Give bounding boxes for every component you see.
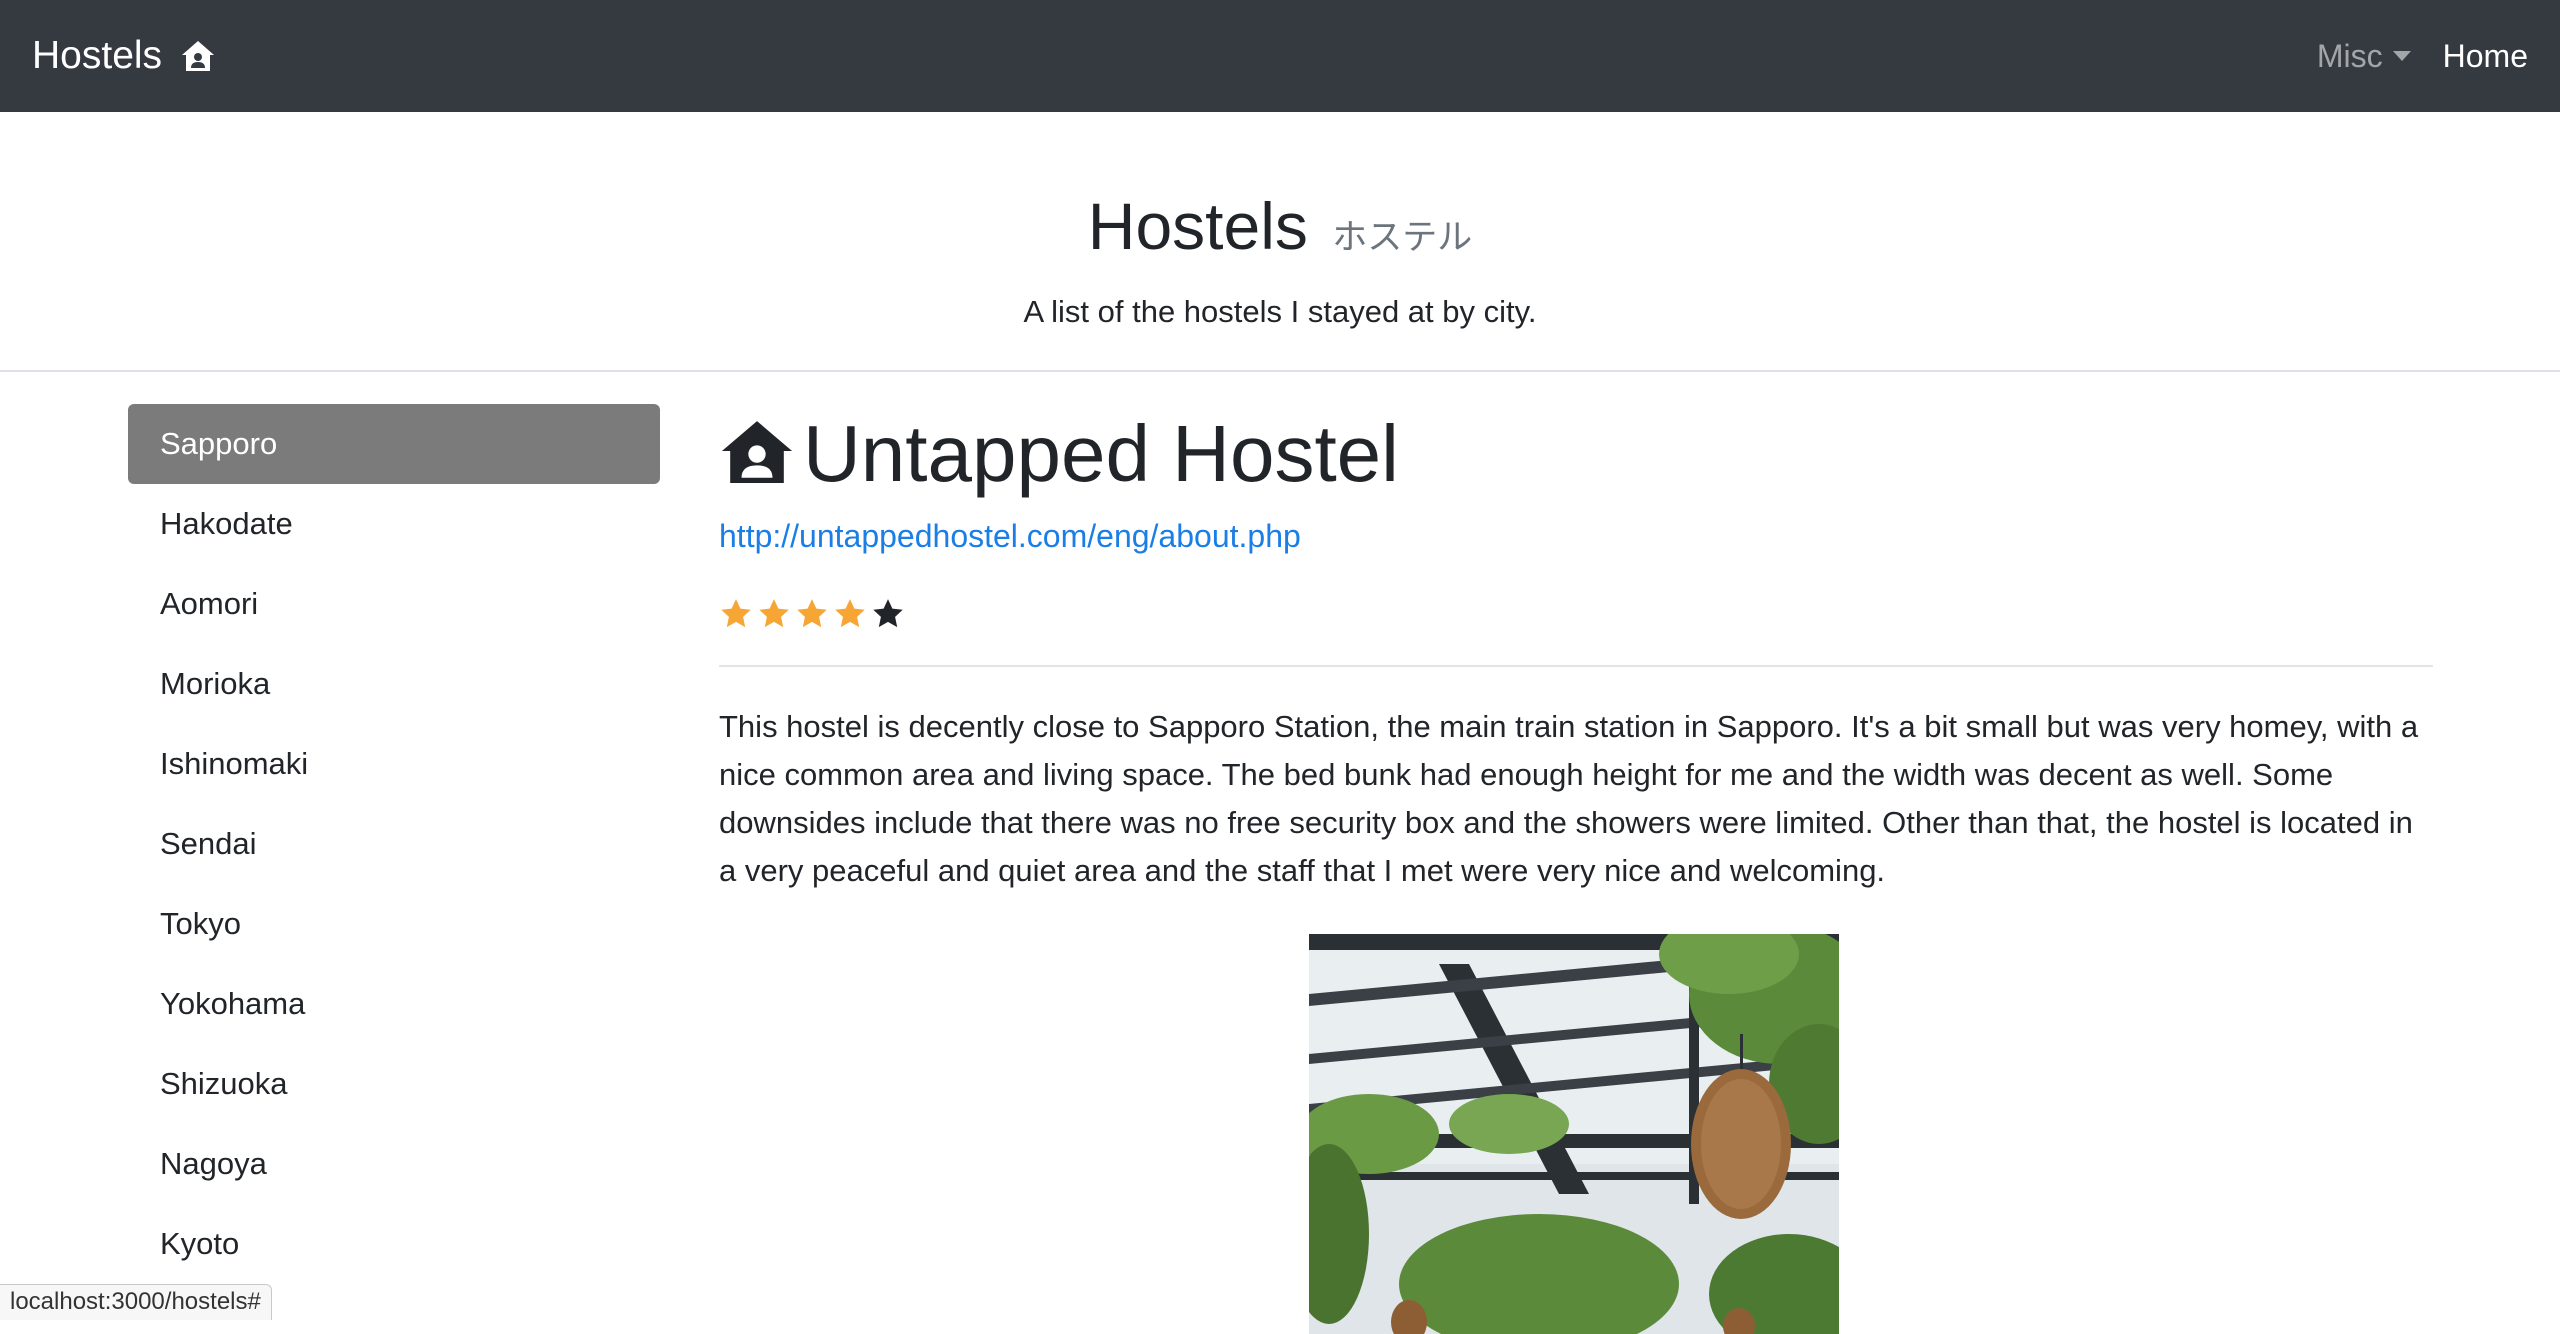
hostel-photo: [1309, 934, 1839, 1334]
sidebar-item-sapporo[interactable]: Sapporo: [128, 404, 660, 484]
brand-link[interactable]: Hostels: [32, 34, 216, 78]
divider: [719, 665, 2433, 667]
sidebar-item-tokyo[interactable]: Tokyo: [128, 884, 660, 964]
sidebar-item-nagoya[interactable]: Nagoya: [128, 1124, 660, 1204]
sidebar-item-kyoto[interactable]: Kyoto: [128, 1204, 660, 1284]
page-title: Hostels ホステル: [0, 188, 2560, 264]
sidebar-item-aomori[interactable]: Aomori: [128, 564, 660, 644]
page-header: Hostels ホステル A list of the hostels I sta…: [0, 112, 2560, 372]
sidebar-item-morioka[interactable]: Morioka: [128, 644, 660, 724]
misc-dropdown-label: Misc: [2317, 38, 2383, 75]
hostel-detail: Untapped Hostel http://untappedhostel.co…: [719, 404, 2433, 895]
misc-dropdown[interactable]: Misc: [2317, 38, 2411, 75]
star-rating: [719, 593, 2433, 635]
page-lead: A list of the hostels I stayed at by cit…: [0, 294, 2560, 330]
sidebar-item-ishinomaki[interactable]: Ishinomaki: [128, 724, 660, 804]
city-sidebar: Sapporo Hakodate Aomori Morioka Ishinoma…: [128, 404, 660, 1284]
nav-right: Misc Home: [2317, 38, 2528, 75]
home-link[interactable]: Home: [2443, 38, 2528, 75]
chevron-down-icon: [2393, 51, 2411, 61]
page-title-text: Hostels: [1088, 189, 1308, 263]
brand-label: Hostels: [32, 34, 162, 78]
star-filled-icon: [795, 597, 829, 631]
star-filled-icon: [833, 597, 867, 631]
star-filled-icon: [757, 597, 791, 631]
top-navbar: Hostels Misc Home: [0, 0, 2560, 112]
sidebar-item-yokohama[interactable]: Yokohama: [128, 964, 660, 1044]
browser-status-bar: localhost:3000/hostels#: [0, 1284, 272, 1320]
star-filled-icon: [719, 597, 753, 631]
hostel-description: This hostel is decently close to Sapporo…: [719, 703, 2433, 895]
sidebar-item-hakodate[interactable]: Hakodate: [128, 484, 660, 564]
star-empty-icon: [871, 597, 905, 631]
hostel-title: Untapped Hostel: [719, 404, 2433, 504]
page-subtitle: ホステル: [1332, 218, 1472, 257]
hostel-name: Untapped Hostel: [803, 408, 1399, 500]
house-user-icon: [180, 39, 216, 73]
house-user-icon: [719, 419, 795, 490]
hostel-website-link[interactable]: http://untappedhostel.com/eng/about.php: [719, 518, 2433, 555]
sidebar-item-shizuoka[interactable]: Shizuoka: [128, 1044, 660, 1124]
sidebar-item-sendai[interactable]: Sendai: [128, 804, 660, 884]
